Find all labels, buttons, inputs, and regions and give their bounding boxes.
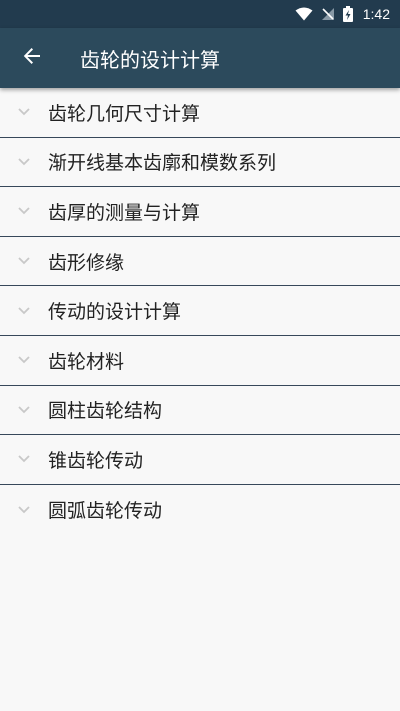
chevron-down-icon [0,257,48,265]
list-item[interactable]: 圆弧齿轮传动 [0,484,400,535]
chevron-down-icon [0,307,48,315]
list-item-label: 渐开线基本齿廓和模数系列 [48,152,277,175]
list-item-label: 齿轮材料 [48,350,125,373]
no-signal-icon [321,7,335,21]
category-list: 齿轮几何尺寸计算 渐开线基本齿廓和模数系列 齿厚的测量与计算 齿形修缘 传动的设… [0,88,400,535]
chevron-down-icon [0,406,48,414]
list-item[interactable]: 齿厚的测量与计算 [0,187,400,237]
list-item-label: 传动的设计计算 [48,301,182,324]
chevron-down-icon [0,455,48,463]
back-button[interactable] [0,28,64,88]
status-time: 1:42 [362,6,390,22]
chevron-down-icon [0,108,48,116]
list-item[interactable]: 传动的设计计算 [0,286,400,336]
list-item[interactable]: 齿轮几何尺寸计算 [0,88,400,138]
list-item-label: 齿轮几何尺寸计算 [48,102,201,125]
list-item-label: 齿形修缘 [48,251,125,274]
list-item[interactable]: 圆柱齿轮结构 [0,385,400,436]
chevron-down-icon [0,207,48,215]
list-item[interactable]: 齿轮材料 [0,335,400,386]
chevron-down-icon [0,158,48,166]
app-bar: 齿轮的设计计算 [0,28,400,88]
chevron-down-icon [0,505,48,514]
arrow-back-icon [23,47,41,69]
wifi-icon [295,7,313,21]
page-title: 齿轮的设计计算 [80,47,220,72]
list-item-label: 圆柱齿轮结构 [48,400,163,423]
status-bar: 1:42 [0,0,400,28]
list-item[interactable]: 渐开线基本齿廓和模数系列 [0,137,400,188]
list-item[interactable]: 齿形修缘 [0,236,400,287]
list-item[interactable]: 锥齿轮传动 [0,435,400,485]
battery-charging-icon [342,6,353,22]
list-item-label: 锥齿轮传动 [48,449,144,472]
chevron-down-icon [0,356,48,364]
list-item-label: 圆弧齿轮传动 [48,500,163,523]
list-item-label: 齿厚的测量与计算 [48,201,201,224]
